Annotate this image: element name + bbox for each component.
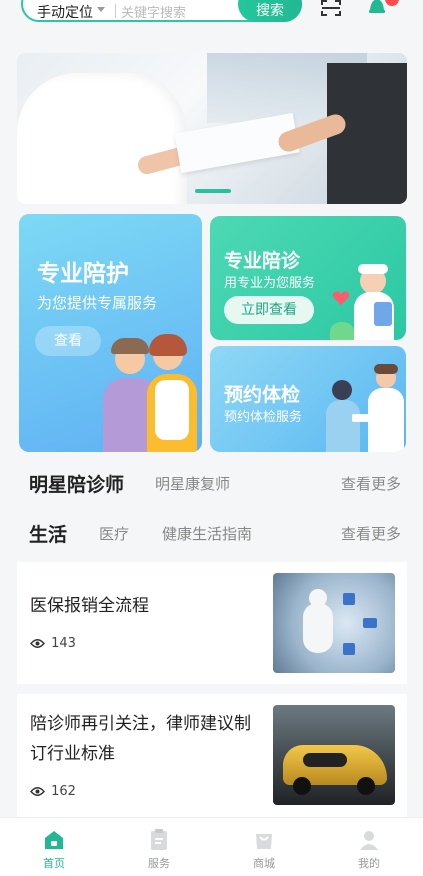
card-subtitle: 预约体检服务	[224, 410, 303, 425]
nav-label: 我的	[358, 857, 380, 870]
tab-medical[interactable]: 医疗	[99, 523, 129, 544]
card-professional-escort[interactable]: 专业陪诊 用专业为您服务 立即查看	[210, 216, 406, 340]
card-professional-care[interactable]: 专业陪护 为您提供专属服务 查看	[19, 214, 202, 452]
article-title-line2: 订行业标准	[30, 744, 115, 764]
search-bar[interactable]: 手动定位 关键字搜索 搜索	[21, 0, 302, 22]
search-divider	[115, 4, 116, 18]
nurse-illustration	[330, 262, 406, 340]
card-health-checkup[interactable]: 预约体检 预约体检服务	[210, 346, 406, 452]
view-count-value: 143	[51, 636, 76, 651]
elderly-couple-illustration	[99, 334, 199, 452]
profile-icon	[360, 831, 378, 850]
doctor-patient-illustration	[322, 364, 406, 452]
see-more-link[interactable]: 查看更多	[341, 473, 401, 494]
nav-profile[interactable]: 我的	[334, 818, 404, 876]
view-count-value: 162	[51, 784, 76, 799]
article-thumbnail	[273, 705, 395, 805]
home-icon	[45, 831, 63, 849]
view-count: 143	[30, 636, 76, 651]
search-button[interactable]: 搜索	[238, 0, 302, 22]
see-more-link[interactable]: 查看更多	[341, 523, 401, 544]
card-title: 专业陪护	[37, 261, 129, 287]
nav-label: 服务	[148, 857, 170, 870]
article-card[interactable]: 医保报销全流程 143	[17, 562, 407, 684]
scan-icon[interactable]	[320, 0, 342, 16]
article-title-line1: 陪诊师再引关注，律师建议制	[30, 714, 251, 734]
life-section-header: 生活 医疗 健康生活指南 查看更多	[0, 520, 423, 550]
shop-icon	[256, 834, 272, 849]
banner-carousel[interactable]	[17, 53, 407, 204]
card-subtitle: 用专业为您服务	[224, 276, 316, 291]
banner-doctor-figure	[17, 73, 187, 204]
tab-life[interactable]: 生活	[29, 520, 67, 547]
tab-star-rehab[interactable]: 明星康复师	[155, 473, 230, 494]
star-section-header: 明星陪诊师 明星康复师 查看更多	[0, 470, 423, 500]
article-title: 医保报销全流程	[30, 596, 149, 616]
view-count: 162	[30, 784, 76, 799]
nav-label: 首页	[43, 857, 65, 870]
eye-icon	[30, 639, 45, 648]
location-selector[interactable]: 手动定位	[37, 2, 93, 22]
bottom-navigation: 首页 服务 商城 我的	[0, 817, 423, 876]
nav-label: 商城	[253, 857, 275, 870]
card-title: 预约体检	[224, 384, 301, 406]
card-subtitle: 为您提供专属服务	[37, 294, 158, 312]
article-card[interactable]: 陪诊师再引关注，律师建议制 订行业标准 162	[17, 694, 407, 817]
eye-icon	[30, 787, 45, 796]
carousel-indicator[interactable]	[195, 189, 231, 193]
article-thumbnail	[273, 573, 395, 673]
tab-star-escort[interactable]: 明星陪诊师	[29, 470, 124, 497]
view-button[interactable]: 查看	[35, 326, 101, 356]
bell-icon[interactable]	[366, 0, 388, 16]
service-icon	[151, 829, 167, 850]
search-input[interactable]: 关键字搜索	[121, 2, 186, 21]
tab-health-guide[interactable]: 健康生活指南	[162, 523, 252, 544]
chevron-down-icon[interactable]	[97, 7, 105, 12]
nav-home[interactable]: 首页	[19, 818, 89, 876]
nav-shop[interactable]: 商城	[229, 818, 299, 876]
top-bar: 手动定位 关键字搜索 搜索	[0, 0, 423, 30]
view-now-button[interactable]: 立即查看	[224, 296, 314, 324]
card-title: 专业陪诊	[224, 250, 301, 272]
heart-icon	[332, 291, 350, 305]
nav-service[interactable]: 服务	[124, 818, 194, 876]
